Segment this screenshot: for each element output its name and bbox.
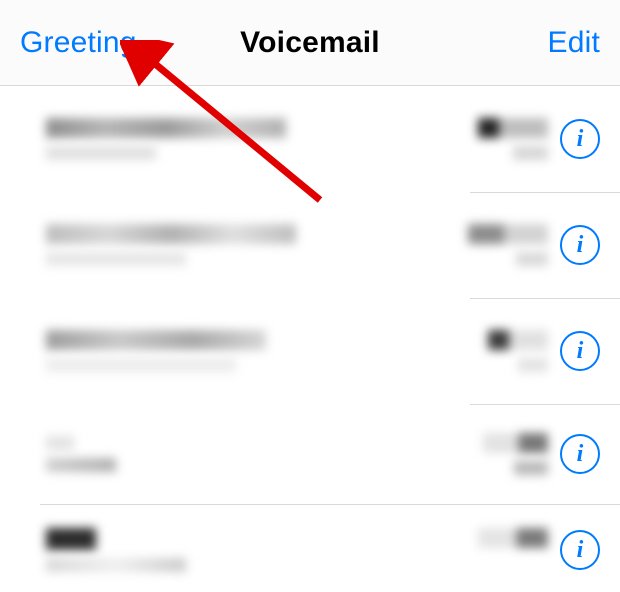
info-icon[interactable]: i [560, 331, 600, 371]
redacted-text [488, 330, 548, 350]
info-icon[interactable]: i [560, 119, 600, 159]
redacted-text [46, 528, 96, 550]
voicemail-caller [46, 418, 450, 490]
redacted-text [46, 118, 286, 138]
voicemail-row[interactable]: i [0, 86, 620, 192]
voicemail-caller [46, 522, 450, 578]
redacted-text [46, 252, 186, 266]
voicemail-caller [46, 100, 450, 178]
redacted-text [46, 558, 186, 572]
page-title: Voicemail [240, 26, 380, 60]
redacted-text [46, 224, 296, 244]
voicemail-list: i i i [0, 86, 620, 592]
redacted-text [46, 458, 116, 472]
info-icon[interactable]: i [560, 434, 600, 474]
voicemail-caller [46, 312, 450, 390]
edit-button[interactable]: Edit [548, 26, 601, 60]
redacted-text [518, 358, 548, 372]
voicemail-meta [450, 312, 560, 390]
info-icon[interactable]: i [560, 530, 600, 570]
redacted-text [514, 461, 548, 475]
redacted-text [468, 224, 548, 244]
info-icon[interactable]: i [560, 225, 600, 265]
voicemail-row[interactable]: i [0, 298, 620, 404]
redacted-text [478, 528, 548, 548]
redacted-text [513, 146, 548, 160]
redacted-text [516, 252, 548, 266]
redacted-text [46, 436, 74, 450]
voicemail-caller [46, 206, 450, 284]
redacted-text [46, 358, 236, 372]
voicemail-row[interactable]: i [0, 504, 620, 592]
redacted-text [478, 118, 548, 138]
voicemail-meta [450, 522, 560, 578]
voicemail-meta [450, 100, 560, 178]
voicemail-meta [450, 418, 560, 490]
greeting-button[interactable]: Greeting [20, 26, 137, 60]
navbar: Greeting Voicemail Edit [0, 0, 620, 86]
voicemail-meta [450, 206, 560, 284]
voicemail-row[interactable]: i [0, 192, 620, 298]
voicemail-row[interactable]: i [0, 404, 620, 504]
redacted-text [46, 330, 266, 350]
redacted-text [46, 146, 156, 160]
redacted-text [483, 433, 548, 453]
